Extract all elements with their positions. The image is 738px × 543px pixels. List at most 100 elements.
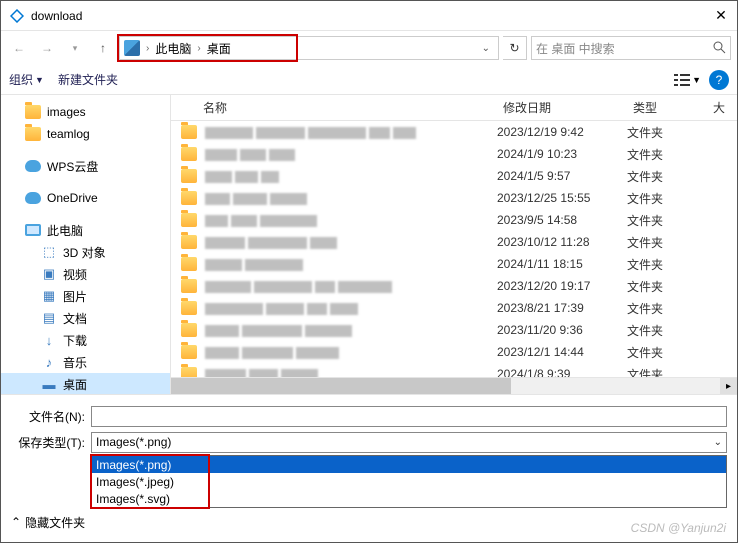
header-size[interactable]: 大 [707,99,737,116]
header-type[interactable]: 类型 [627,99,707,116]
file-row[interactable]: 2024/1/9 10:23文件夹 [171,143,737,165]
sidebar-item-label: images [47,105,86,119]
file-date: 2023/12/1 14:44 [497,345,627,359]
folder-icon [181,235,197,249]
filetype-dropdown[interactable]: Images(*.png)Images(*.jpeg)Images(*.svg) [91,455,727,508]
file-row[interactable]: 2023/12/20 19:17文件夹 [171,275,737,297]
file-name-blurred [205,235,497,249]
sidebar-item[interactable]: OneDrive [1,187,170,209]
file-row[interactable]: 2024/1/8 9:39文件夹 [171,363,737,377]
file-date: 2024/1/5 9:57 [497,169,627,183]
file-type: 文件夹 [627,344,707,361]
folder-icon [181,279,197,293]
file-row[interactable]: 2023/9/5 14:58文件夹 [171,209,737,231]
header-name[interactable]: 名称 [197,99,497,116]
file-row[interactable]: 2023/12/1 14:44文件夹 [171,341,737,363]
nav-icon: ▦ [41,288,57,304]
sidebar-item[interactable]: ⬚3D 对象 [1,241,170,263]
file-row[interactable]: 2023/12/25 15:55文件夹 [171,187,737,209]
pc-icon [124,40,140,56]
sidebar-item[interactable]: ↓下载 [1,329,170,351]
file-name-blurred [205,257,497,271]
sidebar: images teamlog WPS云盘 OneDrive 此电脑 ⬚3D 对象▣视频▦图… [1,95,171,394]
sidebar-item[interactable]: images [1,101,170,123]
sidebar-item[interactable]: ♪ 音乐 [1,351,170,373]
file-list[interactable]: 2023/12/19 9:42文件夹2024/1/9 10:23文件夹2024/… [171,121,737,377]
file-name-blurred [205,191,497,205]
filetype-value: Images(*.png) [96,435,171,449]
file-date: 2023/12/20 19:17 [497,279,627,293]
sidebar-item[interactable]: WPS云盘 [1,155,170,177]
sidebar-item-label: 下载 [63,332,87,349]
filetype-combo[interactable]: Images(*.png) ⌄ [91,432,727,453]
address-dropdown-button[interactable]: ⌄ [478,43,494,54]
scroll-right-button[interactable]: ▸ [720,378,737,394]
filetype-option[interactable]: Images(*.png) [92,456,726,473]
sidebar-item[interactable]: teamlog [1,123,170,145]
file-name-blurred [205,301,497,315]
sidebar-item-label: 此电脑 [47,222,83,239]
search-placeholder: 在 桌面 中搜索 [536,40,615,57]
header-date[interactable]: 修改日期 [497,99,627,116]
sidebar-item-label: 音乐 [63,354,87,371]
sidebar-item[interactable]: ▤文档 [1,307,170,329]
file-row[interactable]: 2023/12/19 9:42文件夹 [171,121,737,143]
new-folder-button[interactable]: 新建文件夹 [58,71,118,88]
file-name-blurred [205,125,497,139]
file-type: 文件夹 [627,146,707,163]
scrollbar-thumb[interactable] [171,378,511,394]
nav-forward-button[interactable]: → [35,36,59,60]
folder-icon [181,323,197,337]
filetype-option[interactable]: Images(*.svg) [92,490,726,507]
file-type: 文件夹 [627,366,707,378]
folder-icon [181,257,197,271]
nav-recent-button[interactable]: ▾ [63,36,87,60]
view-options-button[interactable]: ▼ [674,74,701,86]
nav-back-button[interactable]: ← [7,36,31,60]
file-type: 文件夹 [627,322,707,339]
breadcrumb-root[interactable]: 此电脑 [155,40,191,57]
file-row[interactable]: 2024/1/11 18:15文件夹 [171,253,737,275]
file-date: 2023/9/5 14:58 [497,213,627,227]
chevron-down-icon: ⌄ [714,437,722,448]
horizontal-scrollbar[interactable]: ▸ [171,377,737,394]
sidebar-item-label: teamlog [47,127,90,141]
file-date: 2024/1/8 9:39 [497,367,627,377]
sidebar-item[interactable]: ▣视频 [1,263,170,285]
file-name-blurred [205,147,497,161]
file-row[interactable]: 2024/1/5 9:57文件夹 [171,165,737,187]
file-type: 文件夹 [627,278,707,295]
search-input[interactable]: 在 桌面 中搜索 [531,36,731,60]
file-row[interactable]: 2023/8/21 17:39文件夹 [171,297,737,319]
sidebar-item[interactable]: ▬桌面 [1,373,170,394]
file-name-blurred [205,367,497,377]
sidebar-item[interactable]: 此电脑 [1,219,170,241]
address-bar[interactable]: › 此电脑 › 桌面 ⌄ [119,36,499,60]
file-date: 2023/10/12 11:28 [497,235,627,249]
filetype-option[interactable]: Images(*.jpeg) [92,473,726,490]
hide-folders-button[interactable]: ⌃ 隐藏文件夹 [11,514,85,531]
sidebar-item[interactable]: ▦图片 [1,285,170,307]
filename-input[interactable] [91,406,727,427]
file-row[interactable]: 2023/11/20 9:36文件夹 [171,319,737,341]
help-button[interactable]: ? [709,70,729,90]
nav-icon: ♪ [41,354,57,370]
file-date: 2023/12/19 9:42 [497,125,627,139]
search-icon [712,40,726,57]
folder-icon [181,301,197,315]
folder-icon [181,125,197,139]
organize-button[interactable]: 组织 ▼ [9,71,44,88]
refresh-button[interactable]: ↻ [503,36,527,60]
chevron-right-icon: › [197,43,200,54]
folder-icon [181,367,197,377]
close-button[interactable]: ✕ [713,8,729,24]
file-date: 2023/11/20 9:36 [497,323,627,337]
file-name-blurred [205,213,497,227]
nav-up-button[interactable]: ↑ [91,36,115,60]
file-date: 2023/8/21 17:39 [497,301,627,315]
sidebar-item-label: WPS云盘 [47,158,98,175]
file-row[interactable]: 2023/10/12 11:28文件夹 [171,231,737,253]
file-name-blurred [205,279,497,293]
breadcrumb-current[interactable]: 桌面 [207,40,231,57]
file-type: 文件夹 [627,190,707,207]
